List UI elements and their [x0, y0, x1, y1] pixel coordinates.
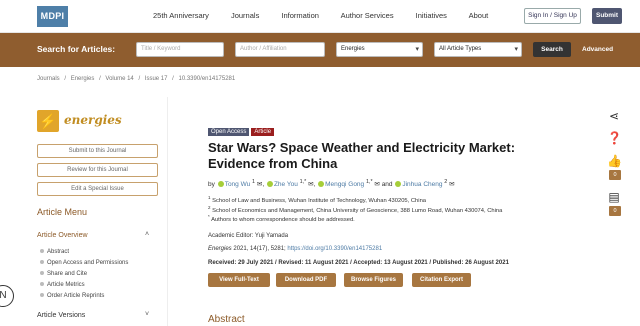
- breadcrumb: Journals / Energies / Volume 14 / Issue …: [37, 76, 238, 82]
- bullet-icon: [40, 260, 44, 265]
- citation-export-button[interactable]: Citation Export: [412, 273, 471, 287]
- breadcrumb-separator: /: [99, 76, 101, 82]
- menu-item-abstract[interactable]: Abstract: [40, 249, 69, 255]
- menu-item-order-reprints[interactable]: Order Article Reprints: [40, 293, 104, 299]
- article-badges: Open Access Article: [208, 128, 275, 136]
- nav-link-author-services[interactable]: Author Services: [341, 11, 394, 20]
- article-type-badge: Article: [251, 128, 275, 136]
- nav-link-initiatives[interactable]: Initiatives: [416, 11, 447, 20]
- title-keyword-input[interactable]: Title / Keyword: [136, 42, 224, 57]
- search-bar: Search for Articles: Title / Keyword Aut…: [0, 33, 640, 67]
- breadcrumb-doi[interactable]: 10.3390/en14175281: [178, 76, 235, 82]
- article-title: Star Wars? Space Weather and Electricity…: [208, 140, 516, 171]
- email-icon[interactable]: ✉: [308, 181, 313, 188]
- breadcrumb-volume[interactable]: Volume 14: [105, 76, 133, 82]
- abstract-heading: Abstract: [208, 314, 245, 325]
- review-for-journal-button[interactable]: Review for this Journal: [37, 163, 158, 177]
- left-sidebar: ⚡ energies Submit to this Journal Review…: [26, 97, 168, 326]
- author-jinhua-cheng[interactable]: Jinhua Cheng: [402, 181, 442, 188]
- submit-to-journal-button[interactable]: Submit to this Journal: [37, 144, 158, 158]
- nav-link-anniversary[interactable]: 25th Anniversary: [153, 11, 209, 20]
- search-button[interactable]: Search: [533, 42, 571, 57]
- citation-line: Energies 2021, 14(17), 5281; https://doi…: [208, 246, 383, 252]
- email-icon[interactable]: ✉: [257, 181, 262, 188]
- download-pdf-button[interactable]: Download PDF: [276, 273, 336, 287]
- open-access-badge: Open Access: [208, 128, 250, 136]
- right-rail: ⋖ ❓ 👍 0 ▤ 0: [590, 97, 640, 326]
- breadcrumb-issue[interactable]: Issue 17: [145, 76, 168, 82]
- email-icon[interactable]: ✉: [449, 181, 454, 188]
- view-full-text-button[interactable]: View Full-Text: [208, 273, 270, 287]
- orcid-icon[interactable]: [266, 181, 273, 188]
- edit-special-issue-button[interactable]: Edit a Special Issue: [37, 182, 158, 196]
- doi-link[interactable]: https://doi.org/10.3390/en14175281: [287, 246, 382, 252]
- article-versions-toggle[interactable]: Article Versions: [37, 312, 85, 319]
- publication-dates: Received: 29 July 2021 / Revised: 11 Aug…: [208, 260, 509, 266]
- author-zhe-you[interactable]: Zhe You: [274, 181, 298, 188]
- help-icon[interactable]: ❓: [607, 131, 622, 145]
- breadcrumb-separator: /: [64, 76, 67, 82]
- mdpi-logo[interactable]: MDPI: [37, 6, 68, 27]
- bullet-icon: [40, 249, 44, 254]
- author-affiliation-input[interactable]: Author / Affiliation: [235, 42, 325, 57]
- browse-figures-button[interactable]: Browse Figures: [344, 273, 403, 287]
- orcid-icon[interactable]: [318, 181, 325, 188]
- breadcrumb-energies[interactable]: Energies: [71, 76, 95, 82]
- affiliation-2: 2 School of Economics and Management, Ch…: [208, 205, 503, 214]
- author-tong-wu[interactable]: Tong Wu: [225, 181, 251, 188]
- breadcrumb-journals[interactable]: Journals: [37, 76, 60, 82]
- bullet-icon: [40, 282, 44, 287]
- affiliation-1: 1 School of Law and Business, Wuhan Inst…: [208, 195, 427, 204]
- nav-link-journals[interactable]: Journals: [231, 11, 259, 20]
- author-list: by Tong Wu 1 ✉, Zhe You 1,* ✉, Mengqi Go…: [208, 179, 455, 189]
- article-type-select[interactable]: All Article Types: [434, 42, 522, 57]
- energies-logo-icon[interactable]: ⚡: [37, 110, 59, 132]
- submit-button[interactable]: Submit: [592, 8, 622, 24]
- orcid-icon[interactable]: [217, 181, 224, 188]
- like-count: 0: [609, 170, 621, 180]
- menu-item-share-cite[interactable]: Share and Cite: [40, 271, 87, 277]
- accessibility-n-icon[interactable]: N: [0, 285, 14, 307]
- comment-count: 0: [609, 206, 621, 216]
- breadcrumb-separator: /: [138, 76, 141, 82]
- menu-item-open-access[interactable]: Open Access and Permissions: [40, 260, 128, 266]
- nav-links: 25th Anniversary Journals Information Au…: [153, 11, 508, 20]
- nav-link-about[interactable]: About: [469, 11, 489, 20]
- top-navigation: MDPI 25th Anniversary Journals Informati…: [0, 0, 640, 33]
- menu-item-article-metrics[interactable]: Article Metrics: [40, 282, 85, 288]
- comment-icon[interactable]: ▤: [607, 190, 621, 204]
- orcid-icon[interactable]: [395, 181, 402, 188]
- article-menu-title: Article Menu: [37, 207, 88, 217]
- journal-name[interactable]: energies: [64, 113, 122, 127]
- academic-editor: Academic Editor: Yuji Yamada: [208, 233, 289, 239]
- share-icon[interactable]: ⋖: [607, 109, 621, 123]
- sign-in-button[interactable]: Sign In / Sign Up: [524, 8, 581, 24]
- advanced-search-link[interactable]: Advanced: [582, 46, 613, 53]
- bullet-icon: [40, 293, 44, 298]
- bullet-icon: [40, 271, 44, 276]
- article-overview-toggle[interactable]: Article Overview: [37, 232, 88, 239]
- email-icon[interactable]: ✉: [374, 181, 379, 188]
- correspondence-note: * Authors to whom correspondence should …: [208, 214, 355, 223]
- author-mengqi-gong[interactable]: Mengqi Gong: [325, 181, 364, 188]
- article-main: Open Access Article Star Wars? Space Weat…: [178, 97, 580, 326]
- journal-select[interactable]: Energies: [336, 42, 423, 57]
- nav-link-information[interactable]: Information: [281, 11, 319, 20]
- search-label: Search for Articles:: [37, 44, 116, 54]
- thumbs-up-icon[interactable]: 👍: [607, 154, 622, 168]
- chevron-down-icon[interactable]: ˅: [145, 311, 149, 318]
- chevron-up-icon[interactable]: ˄: [145, 231, 149, 238]
- breadcrumb-separator: /: [172, 76, 174, 82]
